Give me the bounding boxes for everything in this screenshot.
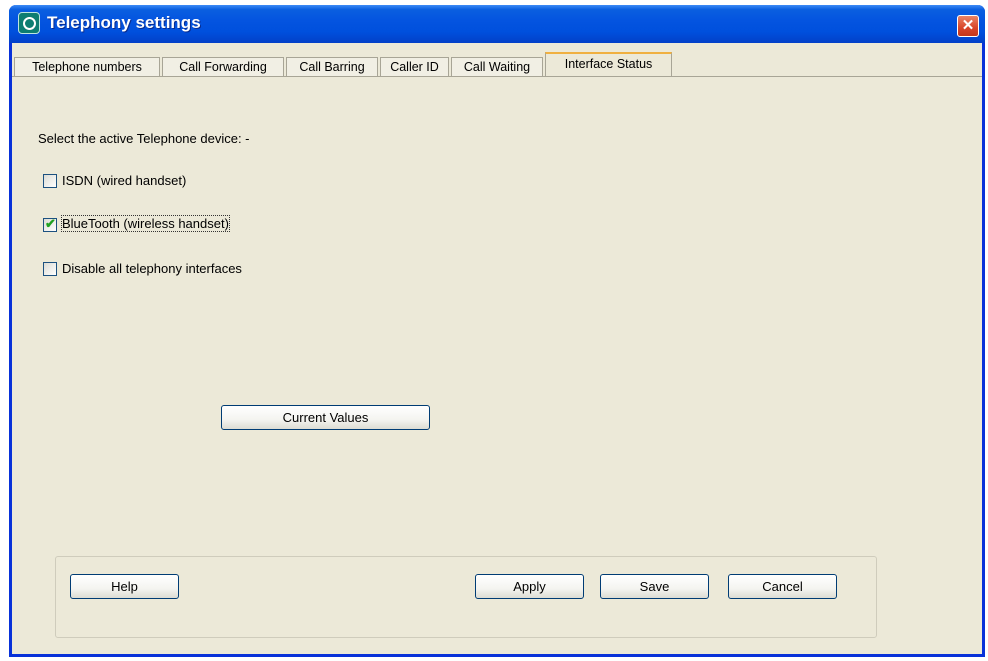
tab-interface-status[interactable]: Interface Status xyxy=(545,52,672,77)
checkmark-icon: ✔ xyxy=(45,216,56,231)
tab-call-forwarding[interactable]: Call Forwarding xyxy=(162,57,284,77)
tab-call-barring[interactable]: Call Barring xyxy=(286,57,378,77)
disable-all-label[interactable]: Disable all telephony interfaces xyxy=(62,261,242,276)
window-title: Telephony settings xyxy=(47,13,201,32)
help-button[interactable]: Help xyxy=(70,574,179,599)
telephony-settings-window: Telephony settings ✕ Telephone numbers C… xyxy=(9,5,985,657)
apply-button[interactable]: Apply xyxy=(475,574,584,599)
device-prompt-label: Select the active Telephone device: - xyxy=(38,131,250,146)
close-icon[interactable]: ✕ xyxy=(957,15,979,37)
isdn-label[interactable]: ISDN (wired handset) xyxy=(62,173,186,188)
isdn-checkbox[interactable] xyxy=(43,174,57,188)
current-values-button[interactable]: Current Values xyxy=(221,405,430,430)
cancel-button[interactable]: Cancel xyxy=(728,574,837,599)
save-button[interactable]: Save xyxy=(600,574,709,599)
tab-caller-id[interactable]: Caller ID xyxy=(380,57,449,77)
telephony-app-icon xyxy=(18,12,40,34)
disable-all-checkbox[interactable] xyxy=(43,262,57,276)
bluetooth-label[interactable]: BlueTooth (wireless handset) xyxy=(61,215,230,232)
tab-panel-border xyxy=(12,76,982,77)
bluetooth-checkbox[interactable]: ✔ xyxy=(43,216,57,232)
tab-call-waiting[interactable]: Call Waiting xyxy=(451,57,543,77)
title-bar[interactable]: Telephony settings ✕ xyxy=(9,5,985,43)
tab-telephone-numbers[interactable]: Telephone numbers xyxy=(14,57,160,77)
tab-strip: Telephone numbers Call Forwarding Call B… xyxy=(12,46,982,77)
